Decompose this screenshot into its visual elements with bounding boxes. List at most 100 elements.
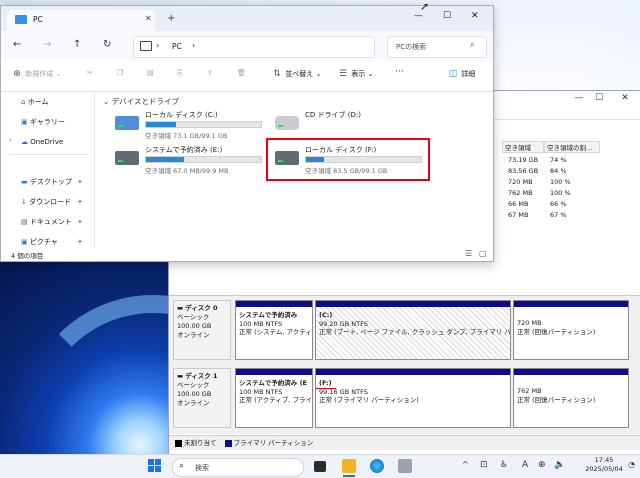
navigation-pane: ⌂ ホーム ▣ ギャラリー › ☁ OneDrive ▬ デスクトップ ✦ ↓ … [1,92,93,247]
copy-icon[interactable]: ❐ [117,69,123,77]
rename-icon[interactable]: ⎘ [177,69,183,78]
file-explorer-window: PC ✕ + — ☐ ✕ ← → ↑ ↻ › PC › PCの検索 ⌕ ⊕ 新規… [0,5,494,262]
new-tab-button[interactable]: + [167,13,175,24]
refresh-icon[interactable]: ↻ [103,39,111,50]
search-input[interactable]: PCの検索 [396,42,426,52]
partition-recovery-0[interactable]: 720 MB 正常 (回復パーティション) [513,300,629,360]
item-count: 4 個の項目 [11,252,44,260]
search-icon[interactable]: ⌕ [470,40,475,50]
pc-icon [15,15,27,24]
drive-d[interactable]: CD ドライブ (D:) [275,110,425,140]
partition-size: 720 MB [517,319,542,327]
nav-item-pictures[interactable]: ▣ ピクチャ [21,236,58,248]
partition-recovery-1[interactable]: 762 MB 正常 (回復パーティション) [513,368,629,428]
partition-size: 100 MB NTFS [239,319,283,328]
disk-1-label[interactable]: ▬ ディスク 1 ベーシック 100.00 GB オンライン [173,368,231,428]
share-icon[interactable]: ⇪ [207,69,213,77]
start-button[interactable] [148,459,162,473]
breadcrumb-pc[interactable]: PC [172,42,182,51]
task-view-icon[interactable] [314,461,326,472]
usage-fill [146,122,176,127]
clock-time: 17:45 [594,456,614,464]
tab-pc[interactable]: PC ✕ [7,10,155,31]
wallpaper-swirl [0,255,175,455]
volume-icon[interactable]: 🔈 [554,460,565,470]
disk-state: オンライン [177,399,210,407]
table-cell: 84 % [550,167,567,175]
taskbar: ⌕ 検索 ^ ⊡ ♿ A ⊕ 🔈 17:45 2025/05/04 ◔ [0,454,640,478]
col-header-free-pct[interactable]: 空き領域の割... [544,141,600,153]
table-cell: 100 % [550,178,571,186]
address-bar[interactable]: › PC › [133,36,375,58]
picture-icon: ▣ [21,238,28,246]
address-bar-row: ← → ↑ ↻ › PC › PCの検索 ⌕ [1,31,493,61]
details-button[interactable]: ◫ 詳細 [447,69,476,79]
tray-app-icon[interactable]: ⊡ [480,460,488,470]
close-tab-icon[interactable]: ✕ [145,14,152,23]
chevron-up-icon[interactable]: ^ [462,460,469,469]
back-arrow-icon[interactable]: ← [13,39,21,50]
disk-type: ベーシック [177,313,210,321]
maximize-button[interactable]: ☐ [591,93,607,105]
partition-e[interactable]: システムで予約済み (E 100 MB NTFS 正常 (アクティブ, プライマ [235,368,313,428]
view-button[interactable]: ☰ 表示 ⌄ [337,69,373,79]
highlight-box [266,138,430,181]
forward-arrow-icon[interactable]: → [43,39,51,50]
drive-name: ローカル ディスク (C:) [145,111,218,119]
expand-chevron-icon[interactable]: › [9,136,12,144]
col-header-free[interactable]: 空き領域 [502,141,544,153]
section-header[interactable]: ⌄ デバイスとドライブ [103,96,179,107]
disk-0-label[interactable]: ▬ ディスク 0 ベーシック 100.00 GB オンライン [173,300,231,360]
more-button[interactable]: ··· [395,67,404,77]
details-view-icon[interactable]: ☰ [465,249,472,258]
nav-item-onedrive[interactable]: ☁ OneDrive [21,136,63,148]
nav-item-documents[interactable]: ▤ ドキュメント [21,216,72,228]
sort-button[interactable]: ⇅ 並べ替え ⌄ [271,69,321,79]
close-button[interactable]: ✕ [617,93,633,105]
file-explorer-icon[interactable] [342,459,356,473]
new-button[interactable]: ⊕ 新規作成 ⌄ [11,69,61,79]
nav-item-gallery[interactable]: ▣ ギャラリー [21,116,65,128]
taskbar-search-input[interactable]: 検索 [195,463,209,473]
nav-item-downloads[interactable]: ↓ ダウンロード [21,196,71,208]
pin-icon: ✦ [77,218,83,226]
drive-c[interactable]: ローカル ディスク (C:) 空き領域 73.1 GB/99.1 GB [115,110,265,140]
nav-item-desktop[interactable]: ▬ デスクトップ [21,176,72,188]
delete-icon[interactable]: 🗑 [237,69,246,77]
paste-icon[interactable]: ▤ [147,69,154,77]
disk-management-icon[interactable] [398,459,412,473]
partition-f[interactable]: (F:) 99.16 GB NTFS 正常 (プライマリ パーティション) [315,368,511,428]
tiles-view-icon[interactable]: ▢ [479,249,487,258]
table-cell: 762 MB [508,189,533,197]
table-cell: 66 % [550,200,567,208]
maximize-button[interactable]: ☐ [443,11,451,21]
accessibility-icon[interactable]: ♿ [500,460,508,470]
table-cell: 74 % [550,156,567,164]
up-arrow-icon[interactable]: ↑ [73,39,81,50]
sort-icon: ⇅ [273,69,281,79]
cut-icon[interactable]: ✂ [87,69,93,77]
drive-free-space: 空き領域 73.1 GB/99.1 GB [145,132,228,140]
drive-e[interactable]: システムで予約済み (E:) 空き領域 67.0 MB/99.9 MB [115,145,265,175]
nav-item-home[interactable]: ⌂ ホーム [21,96,48,108]
chevron-right-icon[interactable]: › [192,41,195,50]
close-window-button[interactable]: ✕ [471,11,479,21]
table-cell: 73.19 GB [508,156,539,164]
network-icon[interactable]: ⊕ [538,460,546,470]
search-icon: ⌕ [179,461,185,471]
search-box[interactable]: PCの検索 ⌕ [387,36,487,58]
table-cell: 100 % [550,189,571,197]
taskbar-search[interactable]: ⌕ 検索 [172,458,304,477]
clock[interactable]: 17:45 2025/05/04 [578,456,630,474]
partition-size: 762 MB [517,387,542,395]
chevron-right-icon[interactable]: › [156,41,159,50]
drive-free-space: 空き領域 67.0 MB/99.9 MB [145,167,229,175]
partition-system-reserved[interactable]: システムで予約済み 100 MB NTFS 正常 (システム, アクティ [235,300,313,360]
partition-status: 正常 (アクティブ, プライマ [239,396,313,404]
minimize-button[interactable]: — [571,93,587,105]
edge-browser-icon[interactable] [370,459,384,473]
ime-indicator[interactable]: A [522,460,528,470]
usage-bar [145,156,262,163]
notification-bell-icon[interactable]: ◔ [628,460,635,469]
partition-c[interactable]: (C:) 99.20 GB NTFS 正常 (ブート, ページ ファイル, クラ… [315,300,511,360]
